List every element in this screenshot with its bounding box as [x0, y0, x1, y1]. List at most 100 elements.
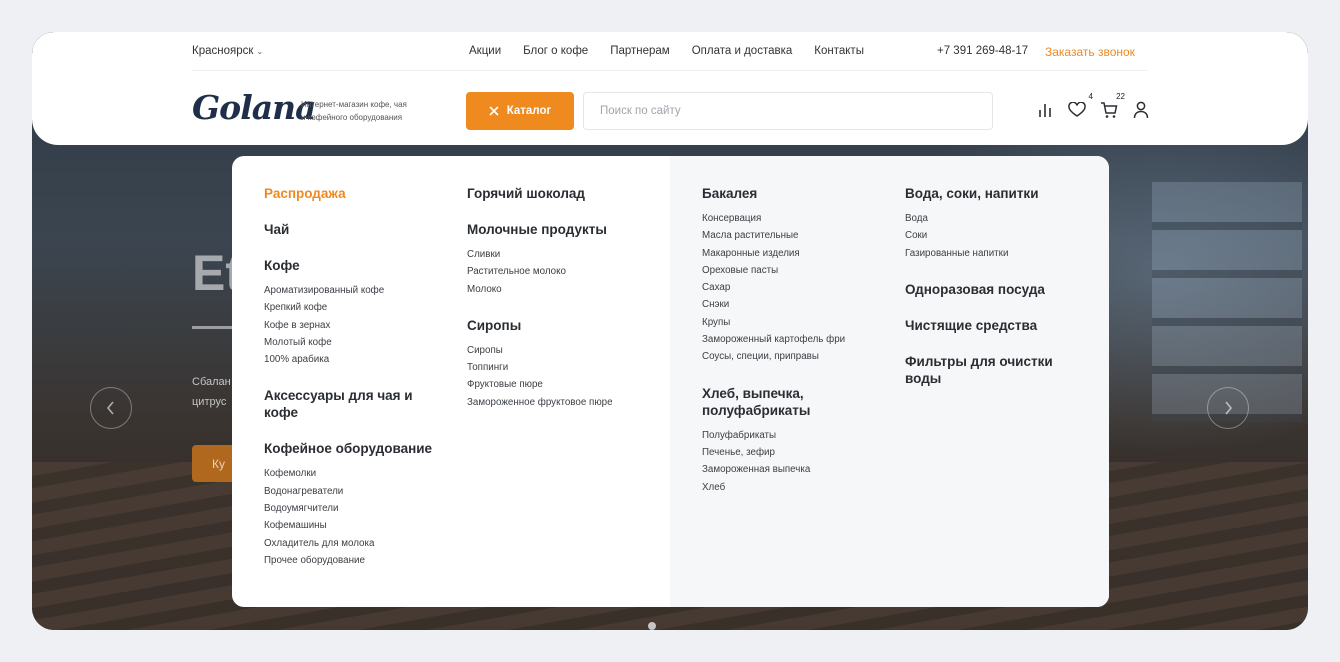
site-tagline: Интернет-магазин кофе, чая и кофейного о…: [301, 98, 431, 124]
nav-link-delivery[interactable]: Оплата и доставка: [692, 45, 793, 57]
subcategory-list: Сиропы Топпинги Фруктовые пюре Заморожен…: [467, 342, 667, 411]
category-drinks[interactable]: Вода, соки, напитки: [905, 185, 1080, 202]
subcategory-item[interactable]: Топпинги: [467, 359, 667, 376]
category-water-filters[interactable]: Фильтры для очистки воды: [905, 353, 1080, 387]
subcategory-item[interactable]: Масла растительные: [702, 227, 892, 244]
subcategory-item[interactable]: Ореховые пасты: [702, 262, 892, 279]
subcategory-item[interactable]: Кофемашины: [264, 517, 434, 534]
search-input[interactable]: Поиск по сайту: [583, 92, 993, 130]
subcategory-item[interactable]: Соки: [905, 227, 1080, 244]
subcategory-item[interactable]: Сахар: [702, 279, 892, 296]
subcategory-item[interactable]: Снэки: [702, 296, 892, 313]
compare-icon: [1039, 104, 1051, 117]
header-icons: 4 22: [1035, 92, 1151, 121]
top-bar: Красноярск ⌄ Акции Блог о кофе Партнерам …: [192, 32, 1148, 71]
nav-link-partners[interactable]: Партнерам: [610, 45, 670, 57]
chevron-left-icon: [106, 401, 114, 415]
subcategory-list: Сливки Растительное молоко Молоко: [467, 246, 667, 298]
chevron-down-icon: ⌄: [256, 47, 264, 56]
tagline-line: и кофейного оборудования: [301, 113, 403, 122]
subcategory-list: Кофемолки Водонагреватели Водоумягчители…: [264, 465, 434, 569]
subcategory-item[interactable]: Печенье, зефир: [702, 444, 892, 461]
slider-dot[interactable]: [648, 622, 656, 630]
subcategory-list: Консервация Масла растительные Макаронны…: [702, 210, 892, 366]
nav-link-promotions[interactable]: Акции: [469, 45, 501, 57]
catalog-column: Вода, соки, напитки Вода Соки Газированн…: [905, 185, 1080, 395]
close-icon: [489, 106, 499, 116]
cart-icon: [1101, 102, 1118, 118]
subcategory-item[interactable]: Охладитель для молока: [264, 535, 434, 552]
subcategory-item[interactable]: Молотый кофе: [264, 334, 434, 351]
subcategory-item[interactable]: Молоко: [467, 281, 667, 298]
category-sale[interactable]: Распродажа: [264, 185, 434, 202]
chevron-right-icon: [1225, 401, 1233, 415]
compare-button[interactable]: [1035, 99, 1055, 121]
subcategory-item[interactable]: Фруктовые пюре: [467, 376, 667, 393]
category-cleaning[interactable]: Чистящие средства: [905, 317, 1080, 334]
subcategory-list: Ароматизированный кофе Крепкий кофе Кофе…: [264, 282, 434, 368]
catalog-button-label: Каталог: [506, 105, 552, 117]
phone-link[interactable]: +7 391 269-48-17: [937, 45, 1028, 57]
subcategory-item[interactable]: Кофе в зернах: [264, 317, 434, 334]
hero-text: Сбалан цитрус: [192, 372, 231, 412]
subcategory-item[interactable]: Сиропы: [467, 342, 667, 359]
nav-link-contacts[interactable]: Контакты: [814, 45, 864, 57]
tagline-line: Интернет-магазин кофе, чая: [301, 100, 407, 109]
hero-background-window: [1152, 182, 1302, 422]
subcategory-item[interactable]: Соусы, специи, приправы: [702, 348, 892, 365]
subcategory-item[interactable]: Крупы: [702, 314, 892, 331]
subcategory-item[interactable]: Хлеб: [702, 479, 892, 496]
slider-prev-button[interactable]: [90, 387, 132, 429]
category-disposable-tableware[interactable]: Одноразовая посуда: [905, 281, 1080, 298]
subcategory-item[interactable]: Газированные напитки: [905, 245, 1080, 262]
category-tea[interactable]: Чай: [264, 221, 434, 238]
hero-text-line: цитрус: [192, 396, 227, 408]
slider-next-button[interactable]: [1207, 387, 1249, 429]
subcategory-item[interactable]: Замороженный картофель фри: [702, 331, 892, 348]
category-accessories[interactable]: Аксессуары для чая и кофе: [264, 387, 434, 421]
subcategory-item[interactable]: Водоумягчители: [264, 500, 434, 517]
callback-link[interactable]: Заказать звонок: [1045, 45, 1135, 59]
subcategory-item[interactable]: Сливки: [467, 246, 667, 263]
top-nav: Акции Блог о кофе Партнерам Оплата и дос…: [469, 45, 864, 57]
catalog-column: Бакалея Консервация Масла растительные М…: [702, 185, 892, 515]
category-dairy[interactable]: Молочные продукты: [467, 221, 667, 238]
subcategory-item[interactable]: Кофемолки: [264, 465, 434, 482]
subcategory-item[interactable]: Замороженная выпечка: [702, 461, 892, 478]
subcategory-list: Вода Соки Газированные напитки: [905, 210, 1080, 262]
favorites-count-badge: 4: [1088, 92, 1093, 101]
nav-link-blog[interactable]: Блог о кофе: [523, 45, 588, 57]
site-logo[interactable]: Golana: [192, 88, 316, 127]
category-coffee[interactable]: Кофе: [264, 257, 434, 274]
subcategory-item[interactable]: Водонагреватели: [264, 483, 434, 500]
user-icon: [1133, 101, 1149, 119]
category-hot-chocolate[interactable]: Горячий шоколад: [467, 185, 667, 202]
catalog-column: Распродажа Чай Кофе Ароматизированный ко…: [264, 185, 434, 588]
favorites-button[interactable]: 4: [1067, 92, 1093, 121]
subcategory-item[interactable]: Вода: [905, 210, 1080, 227]
site-header: Красноярск ⌄ Акции Блог о кофе Партнерам …: [32, 32, 1308, 145]
category-syrups[interactable]: Сиропы: [467, 317, 667, 334]
subcategory-item[interactable]: Консервация: [702, 210, 892, 227]
catalog-button[interactable]: Каталог: [466, 92, 574, 130]
subcategory-item[interactable]: Растительное молоко: [467, 263, 667, 280]
subcategory-item[interactable]: Полуфабрикаты: [702, 427, 892, 444]
subcategory-item[interactable]: Ароматизированный кофе: [264, 282, 434, 299]
catalog-column: Горячий шоколад Молочные продукты Сливки…: [467, 185, 667, 430]
account-button[interactable]: [1131, 99, 1151, 121]
subcategory-item[interactable]: 100% арабика: [264, 351, 434, 368]
category-coffee-equipment[interactable]: Кофейное оборудование: [264, 440, 434, 457]
subcategory-item[interactable]: Прочее оборудование: [264, 552, 434, 569]
subcategory-list: Полуфабрикаты Печенье, зефир Замороженна…: [702, 427, 892, 496]
cart-count-badge: 22: [1116, 92, 1125, 101]
subcategory-item[interactable]: Крепкий кофе: [264, 299, 434, 316]
city-selector[interactable]: Красноярск ⌄: [192, 45, 263, 57]
cart-button[interactable]: 22: [1099, 92, 1125, 121]
city-label: Красноярск: [192, 45, 254, 57]
category-bread[interactable]: Хлеб, выпечка, полуфабрикаты: [702, 385, 892, 419]
subcategory-item[interactable]: Замороженное фруктовое пюре: [467, 394, 667, 411]
catalog-dropdown: Распродажа Чай Кофе Ароматизированный ко…: [232, 156, 1109, 607]
subcategory-item[interactable]: Макаронные изделия: [702, 245, 892, 262]
category-grocery[interactable]: Бакалея: [702, 185, 892, 202]
heart-icon: [1068, 102, 1086, 117]
